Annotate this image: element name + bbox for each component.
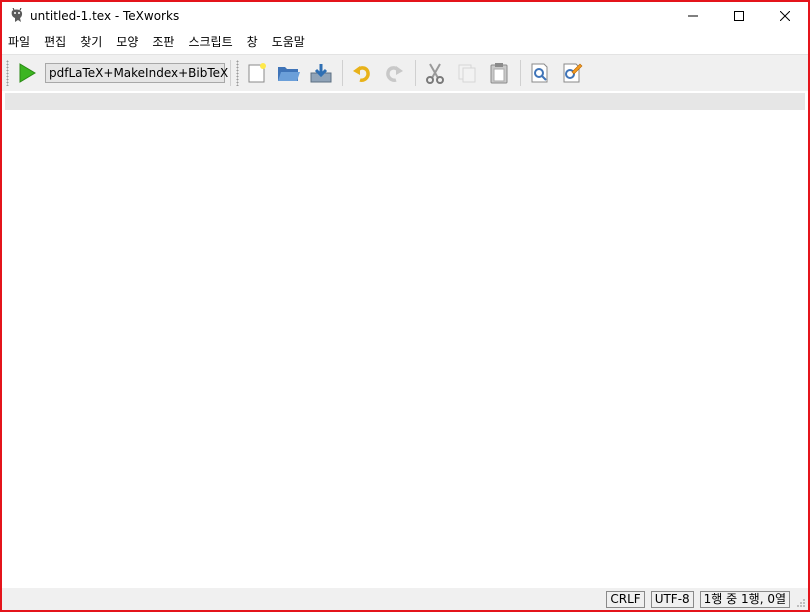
menu-search[interactable]: 찾기	[73, 30, 109, 54]
play-triangle-icon	[19, 63, 36, 83]
toolbar-separator	[520, 60, 521, 86]
copy-button[interactable]	[453, 59, 481, 87]
engine-value: pdfLaTeX+MakeIndex+BibTeX	[49, 66, 229, 80]
line-ending-indicator[interactable]: CRLF	[606, 590, 645, 608]
menu-edit[interactable]: 편집	[37, 30, 73, 54]
cut-button[interactable]	[421, 59, 449, 87]
toolbar-grip[interactable]	[6, 60, 9, 86]
window-title: untitled-1.tex - TeXworks	[30, 9, 180, 23]
close-icon	[780, 11, 790, 21]
new-document-icon	[248, 63, 266, 83]
typeset-button[interactable]	[13, 59, 41, 87]
menu-help[interactable]: 도움말	[265, 30, 312, 54]
texworks-window: untitled-1.tex - TeXworks 파일 편집 찾기 모양 조판…	[0, 0, 810, 612]
status-bar: CRLF UTF-8 1행 중 1행, 0열	[2, 588, 808, 610]
menu-typeset[interactable]: 조판	[145, 30, 181, 54]
save-icon	[310, 64, 332, 83]
open-button[interactable]	[275, 59, 303, 87]
texworks-lion-icon	[9, 8, 25, 24]
engine-select[interactable]: pdfLaTeX+MakeIndex+BibTeX	[45, 63, 229, 83]
title-bar[interactable]: untitled-1.tex - TeXworks	[2, 2, 808, 30]
redo-icon	[386, 66, 403, 82]
find-button[interactable]	[526, 59, 554, 87]
find-icon	[531, 63, 548, 83]
replace-icon	[563, 63, 583, 83]
encoding-indicator[interactable]: UTF-8	[650, 590, 694, 608]
editor-text-area[interactable]	[2, 110, 808, 588]
close-button[interactable]	[762, 2, 808, 30]
toolbar-grip[interactable]	[236, 60, 239, 86]
editor-header-strip	[5, 93, 805, 110]
save-button[interactable]	[307, 59, 335, 87]
maximize-icon	[734, 11, 744, 21]
open-folder-icon	[278, 67, 300, 81]
menu-window[interactable]: 창	[240, 30, 265, 54]
cursor-position-indicator: 1행 중 1행, 0열	[699, 590, 790, 608]
menu-format[interactable]: 모양	[109, 30, 145, 54]
paste-button[interactable]	[485, 59, 513, 87]
undo-button[interactable]	[348, 59, 376, 87]
toolbar-separator	[415, 60, 416, 86]
toolbar-separator	[230, 60, 231, 86]
menu-bar: 파일 편집 찾기 모양 조판 스크립트 창 도움말	[2, 30, 808, 54]
undo-icon	[353, 66, 370, 82]
minimize-button[interactable]	[670, 2, 716, 30]
minimize-icon	[688, 15, 698, 17]
replace-button[interactable]	[558, 59, 586, 87]
redo-button[interactable]	[380, 59, 408, 87]
toolbar: pdfLaTeX+MakeIndex+BibTeX	[2, 54, 808, 91]
new-document-button[interactable]	[243, 59, 271, 87]
paste-icon	[490, 63, 508, 84]
menu-scripts[interactable]: 스크립트	[181, 30, 239, 54]
cut-icon	[426, 63, 444, 84]
resize-grip-icon[interactable]	[796, 598, 806, 608]
copy-icon	[458, 64, 476, 83]
toolbar-separator	[342, 60, 343, 86]
maximize-button[interactable]	[716, 2, 762, 30]
menu-file[interactable]: 파일	[2, 30, 37, 54]
